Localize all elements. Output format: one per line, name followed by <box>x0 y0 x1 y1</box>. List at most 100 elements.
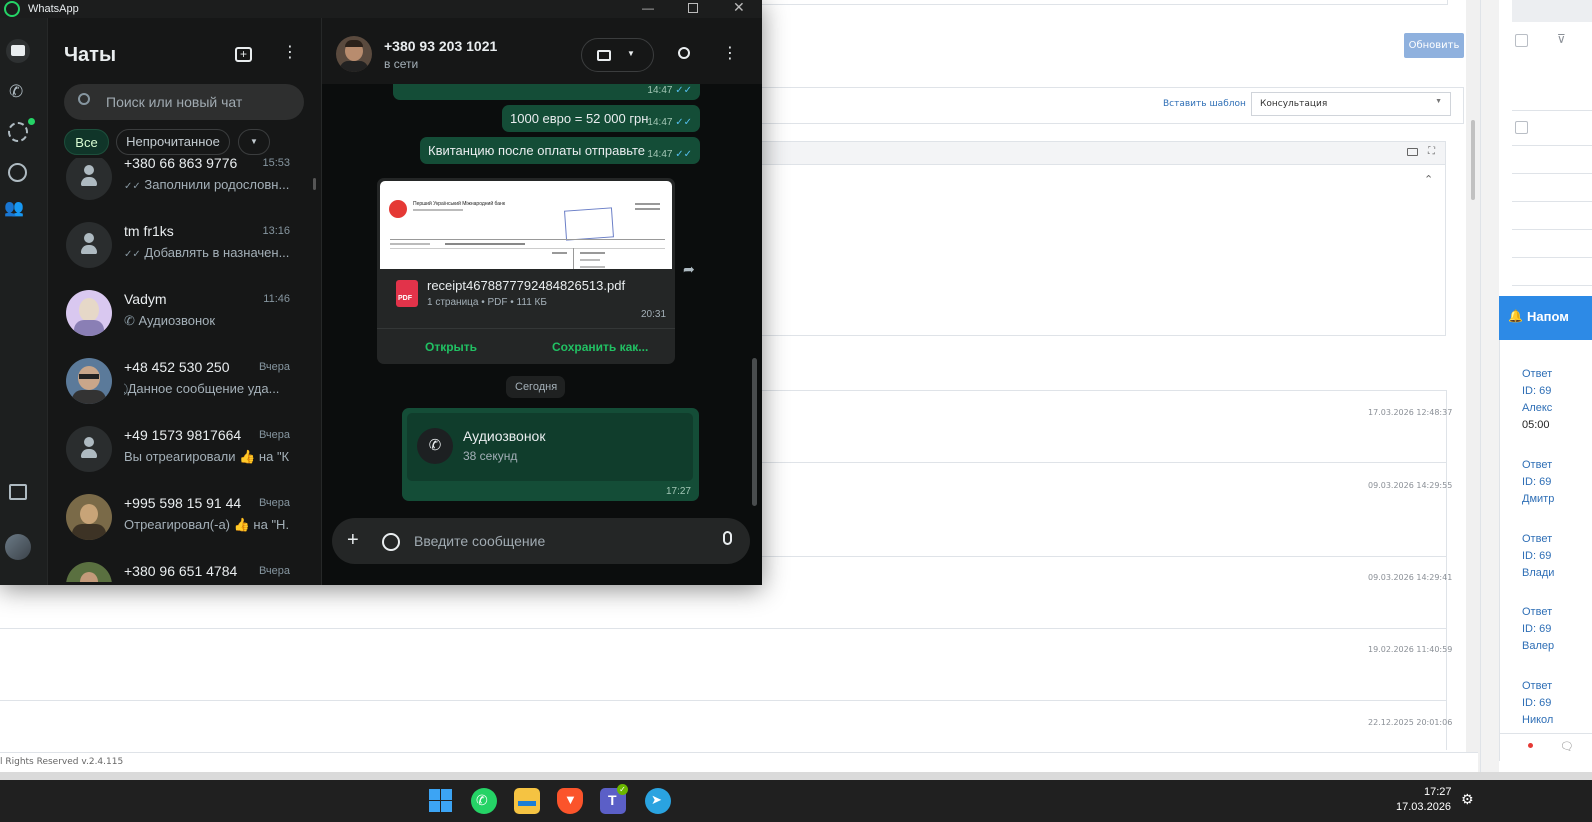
scrollbar[interactable] <box>312 164 317 574</box>
microphone-icon[interactable] <box>723 531 732 545</box>
collapse-icon[interactable]: ⌃ <box>1424 173 1433 186</box>
brave-browser-icon[interactable]: ▼ <box>557 788 583 814</box>
reminder-header[interactable]: 🔔 Напом <box>1499 296 1592 340</box>
chats-title: Чаты <box>64 44 117 66</box>
calls-icon[interactable]: ✆ <box>9 82 23 102</box>
chat-item[interactable]: +48 452 530 250 Вчера ⃠ Данное сообщение… <box>48 347 322 415</box>
whatsapp-window: WhatsApp — ✕ ✆ 👥 Чаты + ⋮ Поиск или новы… <box>0 0 762 585</box>
template-select[interactable]: Консультация ▼ <box>1251 92 1451 116</box>
chat-item[interactable]: +49 1573 9817664 Вчера Вы отреагировали … <box>48 415 322 483</box>
document-message[interactable]: Перший Український Міжнародний банк PDF … <box>377 178 675 364</box>
channels-icon[interactable] <box>8 163 27 182</box>
reminder-item[interactable]: Ответ ID: 69 Алекс 05:00 <box>1522 366 1552 434</box>
contact-name[interactable]: +380 93 203 1021 <box>384 38 497 54</box>
title-bar[interactable]: WhatsApp — ✕ <box>0 0 762 18</box>
telegram-icon[interactable]: ➤ <box>645 788 671 814</box>
chat-preview: Отреагировал(-а) 👍 на "Н.. <box>124 517 289 532</box>
scrollbar[interactable] <box>1481 0 1499 772</box>
chat-name: +380 96 651 4784 <box>124 563 238 579</box>
editor-box[interactable]: ⛶ ⌃ <box>762 141 1446 336</box>
teams-icon[interactable]: T ✓ <box>600 784 628 814</box>
comment-icon[interactable]: 🗨 <box>1560 740 1574 753</box>
chevron-down-icon: ▼ <box>1435 98 1442 105</box>
reminder-item[interactable]: Ответ ID: 69 Дмитр <box>1522 457 1554 508</box>
profile-avatar[interactable] <box>5 534 31 560</box>
message-time: 17:27 <box>665 486 691 497</box>
new-chat-icon[interactable]: + <box>235 47 252 62</box>
contact-avatar[interactable] <box>336 36 372 72</box>
bank-logo <box>389 200 407 218</box>
refresh-button[interactable]: Обновить <box>1404 33 1464 58</box>
pdf-preview[interactable]: Перший Український Міжнародний банк <box>380 181 672 269</box>
menu-icon[interactable]: ⋮ <box>722 43 738 63</box>
message-bubble[interactable]: Квитанцию после оплаты отправьте 14:47 ✓… <box>420 137 700 164</box>
chat-item[interactable]: +380 66 863 9776 15:53 ✓✓ Заполнили родо… <box>48 158 322 211</box>
chat-item[interactable]: Vadym 11:46 ✆ Аудиозвонок <box>48 279 322 347</box>
chat-item[interactable]: +380 96 651 4784 Вчера <box>48 551 322 582</box>
history-timestamp: 09.03.2026 14:29:55 <box>1368 481 1453 490</box>
message-input[interactable]: + Введите сообщение <box>332 518 750 564</box>
minimize-icon[interactable]: — <box>642 1 654 15</box>
avatar <box>66 494 112 540</box>
message-bubble[interactable]: 14:47 ✓✓ <box>393 84 700 100</box>
reminder-item[interactable]: Ответ ID: 69 Валер <box>1522 604 1554 655</box>
filter-more[interactable]: ▼ <box>238 129 270 155</box>
message-bubble[interactable]: 1000 евро = 52 000 грн 14:47 ✓✓ <box>502 105 700 132</box>
sticker-icon[interactable] <box>382 533 400 551</box>
call-icon: ✆ <box>124 313 135 328</box>
save-as-button[interactable]: Сохранить как... <box>552 340 648 354</box>
chat-name: tm fr1ks <box>124 223 174 239</box>
menu-icon[interactable]: ⋮ <box>282 42 298 62</box>
chat-time: 11:46 <box>263 293 290 305</box>
chats-icon[interactable] <box>6 39 30 63</box>
conversation-header[interactable]: +380 93 203 1021 в сети ▼ ⋮ <box>322 18 762 84</box>
double-check-icon: ✓✓ <box>124 249 141 260</box>
history-timestamp: 09.03.2026 14:29:41 <box>1368 573 1453 582</box>
avatar <box>66 426 112 472</box>
chat-item[interactable]: +995 598 15 91 44 Вчера Отреагировал(-а)… <box>48 483 322 551</box>
video-call-button[interactable]: ▼ <box>581 38 654 72</box>
clock-time[interactable]: 17:27 <box>1424 786 1452 798</box>
forward-icon[interactable]: ➦ <box>683 261 695 278</box>
call-message[interactable]: ✆ Аудиозвонок 38 секунд 17:27 <box>402 408 699 501</box>
scrollbar[interactable] <box>1466 0 1480 772</box>
filter-all[interactable]: Все <box>64 129 109 155</box>
chat-time: Вчера <box>258 429 290 441</box>
filter-unread[interactable]: Непрочитанное <box>116 129 230 155</box>
chat-name: +995 598 15 91 44 <box>124 495 242 511</box>
taskbar: ✆ ▼ T ✓ ➤ 17:27 17.03.2026 ⚙ <box>0 780 1592 822</box>
checkbox[interactable] <box>1515 121 1528 134</box>
filter-icon[interactable]: ⊽ <box>1557 32 1566 46</box>
scrollbar[interactable] <box>751 84 759 514</box>
keyboard-icon[interactable] <box>1407 148 1418 156</box>
fullscreen-icon[interactable]: ⛶ <box>1428 146 1435 157</box>
chat-time: 15:53 <box>262 158 290 169</box>
bank-name: Перший Український Міжнародний банк <box>413 201 506 207</box>
communities-icon[interactable]: 👥 <box>4 198 24 218</box>
clock-date[interactable]: 17.03.2026 <box>1396 801 1451 813</box>
windows-start-icon[interactable] <box>428 788 454 814</box>
reminder-item[interactable]: Ответ ID: 69 Никол <box>1522 678 1553 729</box>
reminder-title: Напом <box>1527 309 1569 324</box>
maximize-icon[interactable] <box>688 3 698 13</box>
chat-item[interactable]: tm fr1ks 13:16 ✓✓ Добавлять в назначен..… <box>48 211 322 279</box>
reminder-item[interactable]: Ответ ID: 69 Влади <box>1522 531 1554 582</box>
attach-plus-icon[interactable]: + <box>347 529 359 552</box>
insert-template-link[interactable]: Вставить шаблон <box>1163 99 1246 109</box>
avatar <box>66 222 112 268</box>
search-icon[interactable] <box>678 47 690 59</box>
checkbox[interactable] <box>1515 34 1528 47</box>
chat-time: Вчера <box>258 361 290 373</box>
file-explorer-icon[interactable] <box>514 788 540 814</box>
open-button[interactable]: Открыть <box>425 340 477 354</box>
whatsapp-taskbar-icon[interactable]: ✆ <box>471 788 497 814</box>
search-input[interactable]: Поиск или новый чат <box>64 84 304 120</box>
status-icon[interactable] <box>8 118 35 142</box>
avatar <box>66 290 112 336</box>
notification-settings-icon[interactable]: ⚙ <box>1461 791 1474 808</box>
close-icon[interactable]: ✕ <box>733 0 745 16</box>
file-name[interactable]: receipt4678877792484826513.pdf <box>427 278 625 293</box>
template-select-value: Консультация <box>1260 99 1328 109</box>
media-icon[interactable] <box>9 484 27 500</box>
avatar <box>66 562 112 582</box>
